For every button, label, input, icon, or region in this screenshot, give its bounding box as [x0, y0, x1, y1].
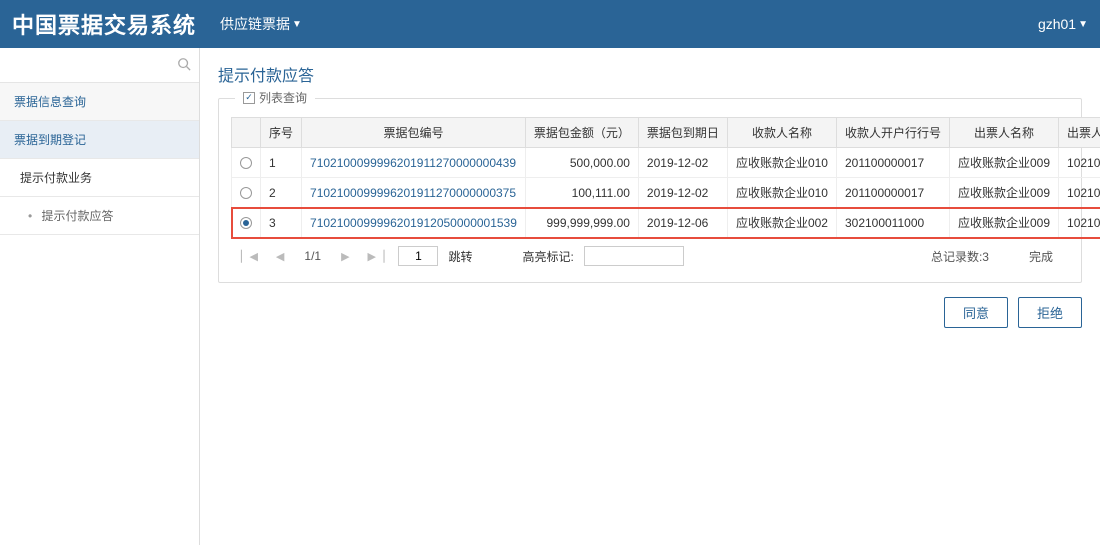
- col-pkg: 票据包编号: [302, 118, 526, 148]
- main-content: 提示付款应答 ✓ 列表查询 序号 票据包编号 票据包金额（元） 票据包到期日 收…: [200, 48, 1100, 545]
- search-icon[interactable]: [177, 57, 191, 74]
- user-menu[interactable]: gzh01 ▼: [1038, 16, 1088, 32]
- prev-page-icon[interactable]: ◀: [272, 250, 288, 263]
- highlight-label: 高亮标记:: [522, 248, 573, 265]
- topnav-supplychain[interactable]: 供应链票据 ▼: [220, 14, 302, 34]
- cell-pkg-link[interactable]: 7102100099996201911270000000375: [310, 186, 516, 200]
- table-row[interactable]: 2 7102100099996201911270000000375 100,111.…: [232, 178, 1100, 208]
- action-bar: 同意 拒绝: [218, 297, 1082, 328]
- col-radio: [232, 118, 261, 148]
- col-payee-bank: 收款人开户行行号: [836, 118, 949, 148]
- sidebar-item-due-register[interactable]: 票据到期登记: [0, 121, 199, 159]
- cell-pkg-link[interactable]: 7102100099996201912050000001539: [310, 216, 517, 230]
- table-row[interactable]: 3 7102100099996201912050000001539 999,999,…: [232, 208, 1100, 238]
- pager: ▏◀ ◀ 1/1 ▶ ▶▕ 跳转 高亮标记: 总记录数:3 完成: [231, 238, 1069, 266]
- next-page-icon[interactable]: ▶: [337, 250, 353, 263]
- sidebar-search: [0, 48, 199, 83]
- cell-drawer-bank: 102100099996: [1059, 148, 1100, 178]
- col-seq: 序号: [261, 118, 302, 148]
- done-label: 完成: [1029, 248, 1053, 265]
- cell-drawer: 应收账款企业009: [949, 208, 1058, 238]
- col-amount: 票据包金额（元）: [525, 118, 638, 148]
- cell-payee-bank: 201100000017: [836, 148, 949, 178]
- jump-button[interactable]: 跳转: [448, 248, 472, 265]
- page-title: 提示付款应答: [218, 62, 1082, 86]
- panel-legend: ✓ 列表查询: [235, 89, 315, 106]
- bullet-icon: •: [28, 209, 32, 223]
- cell-payee: 应收账款企业010: [727, 178, 836, 208]
- cell-payee-bank: 302100011000: [836, 208, 949, 238]
- total-records: 总记录数:3: [931, 248, 989, 265]
- sidebar-item-label: 提示付款业务: [20, 171, 92, 185]
- data-table: 序号 票据包编号 票据包金额（元） 票据包到期日 收款人名称 收款人开户行行号 …: [231, 117, 1100, 238]
- cell-drawer: 应收账款企业009: [949, 178, 1058, 208]
- chevron-down-icon: ▼: [1078, 19, 1088, 30]
- sidebar-item-info-query[interactable]: 票据信息查询: [0, 83, 199, 121]
- sidebar-item-payment-business[interactable]: 提示付款业务: [0, 159, 199, 197]
- sidebar-item-label: 票据信息查询: [14, 95, 86, 109]
- page-number-input[interactable]: [398, 246, 438, 266]
- cell-amount: 999,999,999.00: [525, 208, 638, 238]
- agree-button[interactable]: 同意: [944, 297, 1008, 328]
- chevron-down-icon: ▼: [292, 19, 302, 30]
- cell-seq: 2: [261, 178, 302, 208]
- cell-amount: 500,000.00: [525, 148, 638, 178]
- list-query-panel: ✓ 列表查询 序号 票据包编号 票据包金额（元） 票据包到期日 收款人名称 收款…: [218, 98, 1082, 283]
- panel-legend-label: 列表查询: [259, 89, 307, 106]
- row-radio[interactable]: [240, 187, 252, 199]
- cell-due: 2019-12-06: [638, 208, 727, 238]
- cell-payee: 应收账款企业002: [727, 208, 836, 238]
- cell-amount: 100,111.00: [525, 178, 638, 208]
- user-name: gzh01: [1038, 16, 1076, 32]
- cell-seq: 3: [261, 208, 302, 238]
- cell-pkg-link[interactable]: 7102100099996201911270000000439: [310, 156, 516, 170]
- highlight-input[interactable]: [584, 246, 684, 266]
- sidebar-item-label: 提示付款应答: [42, 209, 114, 223]
- cell-due: 2019-12-02: [638, 178, 727, 208]
- topnav-label: 供应链票据: [220, 14, 290, 34]
- brand-title: 中国票据交易系统: [12, 8, 196, 40]
- page-info: 1/1: [298, 249, 327, 263]
- col-payee: 收款人名称: [727, 118, 836, 148]
- cell-seq: 1: [261, 148, 302, 178]
- cell-due: 2019-12-02: [638, 148, 727, 178]
- last-page-icon[interactable]: ▶▕: [364, 250, 389, 263]
- cell-payee: 应收账款企业010: [727, 148, 836, 178]
- reject-button[interactable]: 拒绝: [1018, 297, 1082, 328]
- first-page-icon[interactable]: ▏◀: [237, 250, 262, 263]
- row-radio[interactable]: [240, 157, 252, 169]
- col-drawer-bank: 出票人开户行行号: [1059, 118, 1100, 148]
- topbar: 中国票据交易系统 供应链票据 ▼ gzh01 ▼: [0, 0, 1100, 48]
- cell-drawer-bank: 102100099996: [1059, 178, 1100, 208]
- cell-drawer: 应收账款企业009: [949, 148, 1058, 178]
- col-due: 票据包到期日: [638, 118, 727, 148]
- cell-payee-bank: 201100000017: [836, 178, 949, 208]
- sidebar-item-payment-response[interactable]: • 提示付款应答: [0, 197, 199, 235]
- sidebar: 票据信息查询 票据到期登记 提示付款业务 • 提示付款应答: [0, 48, 200, 545]
- row-radio[interactable]: [240, 217, 252, 229]
- cell-drawer-bank: 102100099996: [1059, 208, 1100, 238]
- sidebar-item-label: 票据到期登记: [14, 133, 86, 147]
- checkbox-icon[interactable]: ✓: [243, 92, 255, 104]
- table-row[interactable]: 1 7102100099996201911270000000439 500,000.…: [232, 148, 1100, 178]
- search-input[interactable]: [8, 54, 177, 76]
- col-drawer: 出票人名称: [949, 118, 1058, 148]
